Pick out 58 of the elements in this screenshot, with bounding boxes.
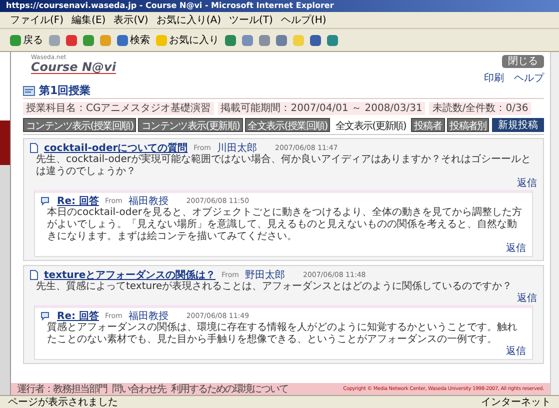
post-title[interactable]: cocktail-oderについての質問 [44, 140, 188, 154]
menu-item[interactable]: 表示(V) [114, 13, 148, 27]
toolbar-button[interactable]: お気に入り [156, 33, 219, 47]
info-label: 掲載可能期間：2007/04/01 ～ 2008/03/31 [218, 102, 426, 115]
menu-item[interactable]: ヘルプ(H) [280, 13, 326, 27]
document-icon [30, 142, 38, 152]
post-body: 先生、cocktail-oderが実現可能な範囲ではない場合、何か良いアイディアはありますか？それはゴシーールとは違うのでしょうか？ [35, 154, 532, 178]
view-tab[interactable]: コンテンツ表示(更新順) [138, 118, 243, 132]
new-post-button[interactable]: 新規投稿 [492, 118, 544, 132]
toolbar-icon[interactable] [66, 34, 77, 46]
header-link[interactable]: 印刷 [484, 71, 504, 85]
toolbar-button[interactable]: 戻る [10, 33, 43, 47]
info-label: 未読数/全件数：0/36 [429, 102, 532, 115]
window-title: https://coursenavi.waseda.jp - Course N@vi - Microsoft Internet Explorer [0, 0, 559, 12]
footer-link[interactable]: 問い合わせ先 [112, 382, 166, 396]
view-tab[interactable]: 投稿者 [411, 118, 445, 132]
info-label: 授業科目名：CGアニメスタジオ基礎演習 [23, 102, 214, 115]
reply-body: 本日のcocktail-oderを見ると、オブジェクトごとに動きをつけるより、全体の動きを見てから調整した方がよいでしょう。「見えない場所」を意識して、見えるものと見えないものの関係を考えると、自然な動きになります。まずは絵コンテを描いてみてください。 [46, 207, 524, 242]
reply-link[interactable]: 返信 [517, 293, 537, 305]
reply-title[interactable]: Re: 回答 [57, 194, 99, 208]
toolbar-icon[interactable] [276, 34, 287, 46]
reply-body: 質感とアフォーダンスの関係は、環境に存在する情報を人がどのように知覚するかということです。触れたことのない素材でも、見た目から手触りを想像できる、ということがアフォーダンスの一例です。 [46, 322, 518, 346]
view-tab[interactable]: コンテンツ表示(授業回順) [23, 118, 136, 132]
author-link[interactable]: 川田太郎 [217, 140, 257, 154]
toolbar-icon[interactable] [259, 34, 270, 46]
menu-item[interactable]: ツール(T) [229, 13, 273, 27]
reply-title[interactable]: Re: 回答 [57, 308, 99, 322]
header-link[interactable]: ヘルプ [514, 71, 544, 85]
security-zone: インターネット [481, 396, 551, 408]
toolbar-icon[interactable] [310, 34, 321, 46]
scrollbar[interactable] [550, 52, 559, 395]
reply-link[interactable]: 返信 [517, 178, 537, 190]
reply-icon [41, 196, 51, 206]
toolbar-icon[interactable] [225, 34, 236, 46]
reply-link[interactable]: 返信 [506, 243, 526, 255]
menu-item[interactable]: お気に入り(A) [156, 13, 221, 27]
toolbar-icon[interactable] [327, 34, 338, 46]
board-icon [23, 84, 35, 96]
toolbar-button[interactable]: 検索 [117, 33, 150, 47]
author-link[interactable]: 福田教授 [128, 194, 168, 208]
document-icon [30, 270, 38, 280]
reply-icon [41, 310, 51, 320]
toolbar-icon[interactable] [83, 34, 94, 46]
status-text: ページが表示されました [8, 396, 118, 408]
post-title[interactable]: textureとアフォーダンスの関係は？ [44, 268, 216, 282]
author-link[interactable]: 野田太郎 [244, 268, 285, 282]
toolbar-icon[interactable] [242, 34, 253, 46]
footer-link[interactable]: 運行者：教務担当部門 [17, 382, 107, 396]
footer-link[interactable]: 利用するための環境について [171, 382, 288, 396]
page-title[interactable]: 第1回授業 [39, 83, 91, 98]
menu-item[interactable]: ファイル(F) [10, 13, 64, 27]
reply-link[interactable]: 返信 [506, 346, 526, 358]
post-body: 先生、質感によってtextureが表現されることは、アフォーダンスとはどのように関係しているのですか？ [35, 281, 514, 293]
menu-item[interactable]: 編集(E) [72, 13, 106, 27]
view-tab[interactable]: 投稿者別 [446, 118, 490, 132]
author-link[interactable]: 福田教授 [128, 308, 168, 322]
view-tab[interactable]: 全文表示(授業回順) [244, 118, 330, 132]
close-button[interactable]: 閉じる [502, 55, 544, 68]
